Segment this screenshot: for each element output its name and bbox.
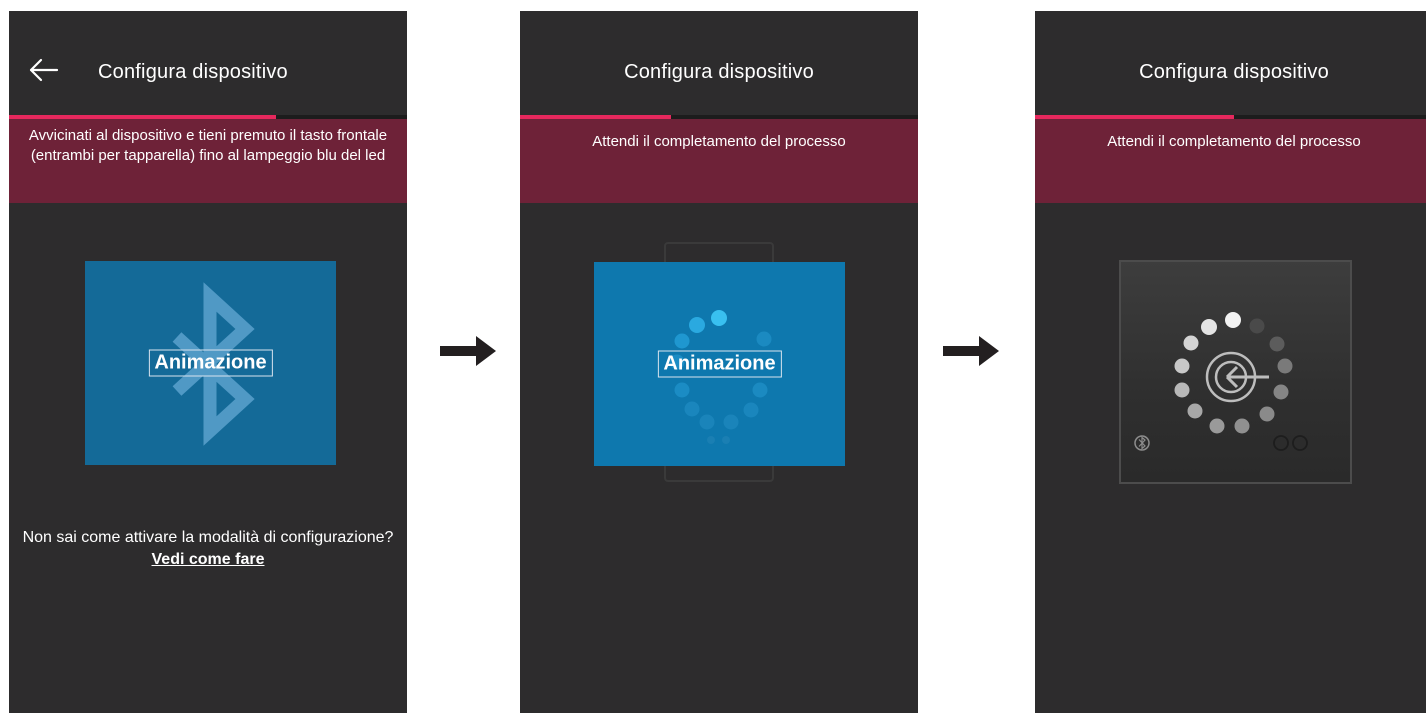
instruction-banner: Avvicinati al dispositivo e tieni premut… (9, 119, 407, 203)
screen-step-2: Configura dispositivo Attendi il complet… (520, 11, 918, 713)
status-banner: Attendi il completamento del processo (1035, 119, 1426, 203)
spinner-icon (1174, 312, 1293, 434)
status-banner: Attendi il completamento del processo (520, 119, 918, 203)
page-title: Configura dispositivo (624, 61, 814, 83)
animation-card: Animazione (85, 261, 336, 465)
animation-label: Animazione (148, 349, 273, 377)
app-header: Configura dispositivo (1035, 11, 1426, 119)
sync-target-icon (1134, 312, 1308, 451)
help-question: Non sai come attivare la modalità di con… (22, 529, 394, 546)
screen-step-3: Configura dispositivo Attendi il complet… (1035, 11, 1426, 713)
page-title: Configura dispositivo (1139, 61, 1329, 83)
help-link[interactable]: Vedi come fare (152, 551, 265, 568)
animation-label: Animazione (657, 350, 782, 378)
device-card (1119, 260, 1352, 484)
app-header: Configura dispositivo (9, 11, 407, 119)
arrow-right-icon (943, 336, 999, 366)
screen-step-1: Configura dispositivo Avvicinati al disp… (9, 11, 407, 713)
arrow-right-icon (440, 336, 496, 366)
page-title: Configura dispositivo (98, 61, 288, 83)
app-header: Configura dispositivo (520, 11, 918, 119)
back-arrow-icon[interactable] (25, 55, 61, 85)
animation-card: Animazione (594, 262, 845, 466)
help-text: Non sai come attivare la modalità di con… (9, 527, 407, 571)
